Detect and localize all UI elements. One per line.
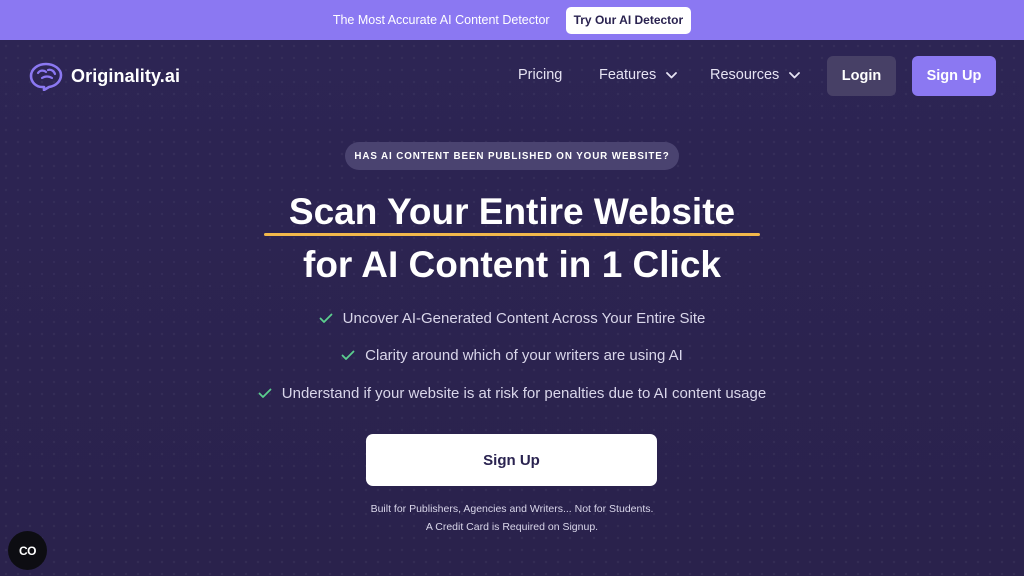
brain-icon xyxy=(29,62,63,91)
signup-note-line-2: A Credit Card is Required on Signup. xyxy=(425,521,599,533)
benefit-text: Uncover AI-Generated Content Across Your… xyxy=(342,310,706,327)
benefit-text: Understand if your website is at risk fo… xyxy=(281,385,767,402)
hero-background xyxy=(0,40,1024,576)
announcement-text: The Most Accurate AI Content Detector xyxy=(332,13,550,27)
try-ai-detector-button[interactable]: Try Our AI Detector xyxy=(565,6,692,34)
hero-signup-button[interactable]: Sign Up xyxy=(366,434,657,486)
eyebrow-badge: HAS AI CONTENT BEEN PUBLISHED ON YOUR WE… xyxy=(345,142,679,170)
top-navigation: Originality.ai Pricing Features Resource… xyxy=(0,40,1024,114)
hero-headline-line-1: Scan Your Entire Website xyxy=(288,191,736,232)
announcement-bar: The Most Accurate AI Content Detector Tr… xyxy=(0,0,1024,40)
nav-item-resources[interactable]: Resources xyxy=(710,67,801,83)
benefit-item: Understand if your website is at risk fo… xyxy=(0,385,1024,402)
signup-note-line-1: Built for Publishers, Agencies and Write… xyxy=(370,503,654,515)
check-icon xyxy=(258,388,272,398)
floating-widget-button[interactable]: CO xyxy=(8,531,47,570)
nav-signup-button[interactable]: Sign Up xyxy=(912,56,996,96)
hero-headline-line-2: for AI Content in 1 Click xyxy=(303,244,721,285)
check-icon xyxy=(341,350,355,360)
nav-item-label: Pricing xyxy=(518,67,563,83)
benefit-text: Clarity around which of your writers are… xyxy=(365,347,683,364)
headline-underline xyxy=(264,233,760,236)
chevron-down-icon xyxy=(789,71,801,78)
benefit-item: Clarity around which of your writers are… xyxy=(0,347,1024,364)
benefit-item: Uncover AI-Generated Content Across Your… xyxy=(0,310,1024,327)
nav-item-label: Resources xyxy=(710,67,780,83)
chevron-down-icon xyxy=(666,71,678,78)
brand-logo[interactable]: Originality.ai xyxy=(28,61,180,91)
nav-item-features[interactable]: Features xyxy=(599,67,678,83)
check-icon xyxy=(319,313,333,323)
nav-item-label: Features xyxy=(599,67,657,83)
login-button[interactable]: Login xyxy=(827,56,896,96)
brand-name: Originality.ai xyxy=(71,65,181,86)
nav-item-pricing[interactable]: Pricing xyxy=(518,67,562,83)
